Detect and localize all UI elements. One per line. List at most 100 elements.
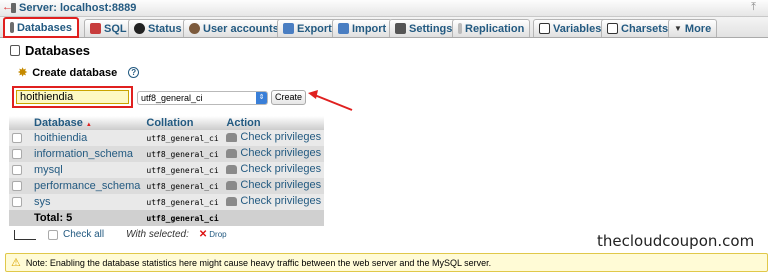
- tab-databases[interactable]: Databases: [3, 17, 79, 38]
- tab-label: Import: [352, 22, 387, 35]
- check-privileges-link[interactable]: Check privileges: [226, 195, 321, 207]
- check-all-control[interactable]: Check all: [48, 229, 104, 240]
- tab-export[interactable]: Export: [277, 19, 338, 37]
- header-action: Action: [223, 116, 325, 130]
- users-icon: [189, 23, 200, 34]
- create-database-heading: ✸ Create database ?: [18, 66, 140, 79]
- privileges-icon: [226, 164, 238, 174]
- database-link[interactable]: performance_schema: [34, 180, 140, 192]
- chevron-down-icon: ▼: [674, 24, 682, 33]
- row-checkbox[interactable]: [12, 165, 22, 176]
- database-link[interactable]: sys: [34, 196, 51, 208]
- check-privileges-label: Check privileges: [240, 195, 322, 208]
- row-checkbox[interactable]: [12, 149, 22, 160]
- sql-icon: [90, 23, 101, 34]
- database-icon: [10, 22, 14, 33]
- table-total-row: Total: 5 utf8_general_ci: [9, 210, 325, 226]
- tab-label: Variables: [553, 22, 602, 35]
- total-collation: utf8_general_ci: [146, 214, 219, 223]
- header-select-col: [9, 116, 31, 130]
- tab-replication[interactable]: Replication: [452, 19, 531, 37]
- database-link[interactable]: information_schema: [34, 148, 133, 160]
- database-name-field-wrapper: [12, 86, 133, 108]
- server-breadcrumb[interactable]: Server: localhost:8889: [19, 2, 136, 14]
- page-title-text: Databases: [25, 43, 91, 58]
- main-tabs: Databases SQL Status User accounts Expor…: [0, 17, 768, 38]
- replication-icon: [458, 23, 462, 34]
- table-row: hoithiendia utf8_general_ci Check privil…: [9, 130, 325, 146]
- tab-label: Databases: [16, 21, 72, 34]
- select-arrow-icon: [14, 229, 36, 240]
- row-checkbox[interactable]: [12, 133, 22, 144]
- table-row: mysql utf8_general_ci Check privileges: [9, 162, 325, 178]
- warning-icon: ⚠: [11, 257, 21, 269]
- row-checkbox[interactable]: [12, 197, 22, 208]
- check-privileges-label: Check privileges: [240, 147, 322, 160]
- collapse-icon[interactable]: ⤒: [751, 1, 756, 14]
- database-link[interactable]: hoithiendia: [34, 132, 87, 144]
- tab-variables[interactable]: Variables: [533, 19, 608, 37]
- new-database-icon: ✸: [18, 67, 28, 79]
- collation-cell: utf8_general_ci: [146, 198, 219, 207]
- tab-label: Settings: [409, 22, 453, 35]
- bulk-actions: Check all With selected: ✕ Drop: [14, 229, 227, 240]
- tab-label: Export: [297, 22, 332, 35]
- database-icon: [10, 45, 20, 56]
- tab-label: Charsets: [621, 22, 669, 35]
- check-all-label[interactable]: Check all: [63, 229, 104, 240]
- check-privileges-link[interactable]: Check privileges: [226, 179, 321, 191]
- top-bar: ← Server: localhost:8889 ⤒: [0, 0, 768, 17]
- row-checkbox[interactable]: [12, 181, 22, 192]
- tab-charsets[interactable]: Charsets: [601, 19, 675, 37]
- collation-cell: utf8_general_ci: [146, 182, 219, 191]
- check-all-checkbox[interactable]: [48, 229, 58, 240]
- help-icon[interactable]: ?: [128, 67, 140, 78]
- tab-label: More: [684, 22, 712, 35]
- notice-bar: ⚠ Note: Enabling the database statistics…: [5, 253, 768, 272]
- tab-status[interactable]: Status: [128, 19, 188, 37]
- header-database-label: Database: [34, 117, 83, 129]
- collation-cell: utf8_general_ci: [146, 166, 219, 175]
- notice-text: Note: Enabling the database statistics h…: [25, 257, 492, 268]
- create-button[interactable]: Create: [271, 90, 306, 105]
- databases-table: Database ▲ Collation Action hoithiendia u…: [9, 116, 325, 226]
- database-link[interactable]: mysql: [34, 164, 63, 176]
- variables-icon: [539, 23, 550, 34]
- tab-import[interactable]: Import: [332, 19, 393, 37]
- check-privileges-link[interactable]: Check privileges: [226, 131, 321, 143]
- sort-asc-icon: ▲: [85, 122, 92, 128]
- header-action-label: Action: [226, 117, 261, 129]
- import-icon: [338, 23, 349, 34]
- collation-cell: utf8_general_ci: [146, 134, 219, 143]
- database-name-input[interactable]: [16, 90, 129, 104]
- collation-cell: utf8_general_ci: [146, 150, 219, 159]
- charsets-icon: [607, 23, 618, 34]
- status-icon: [134, 23, 145, 34]
- check-privileges-link[interactable]: Check privileges: [226, 163, 321, 175]
- export-icon: [283, 23, 294, 34]
- tab-settings[interactable]: Settings: [389, 19, 459, 37]
- header-database[interactable]: Database ▲: [31, 116, 144, 130]
- header-collation-label: Collation: [146, 117, 194, 129]
- privileges-icon: [226, 180, 238, 190]
- drop-button[interactable]: ✕ Drop: [199, 229, 227, 240]
- check-privileges-label: Check privileges: [240, 131, 322, 144]
- tab-more[interactable]: ▼ More: [668, 19, 718, 37]
- table-header-row: Database ▲ Collation Action: [9, 116, 325, 130]
- tab-sql[interactable]: SQL: [84, 19, 133, 37]
- create-database-label: Create database: [32, 66, 118, 79]
- check-privileges-link[interactable]: Check privileges: [226, 147, 321, 159]
- privileges-icon: [226, 196, 238, 206]
- check-privileges-label: Check privileges: [240, 179, 322, 192]
- collation-select[interactable]: utf8_general_ci ⇕: [137, 91, 268, 105]
- tab-label: SQL: [104, 22, 127, 35]
- page-title: Databases: [10, 43, 90, 58]
- annotation-arrow-icon: [308, 90, 353, 111]
- privileges-icon: [226, 148, 238, 158]
- collation-selected-value: utf8_general_ci: [141, 93, 203, 103]
- tab-label: Status: [148, 22, 182, 35]
- header-collation[interactable]: Collation: [143, 116, 224, 130]
- tab-user-accounts[interactable]: User accounts: [183, 19, 285, 37]
- table-row: sys utf8_general_ci Check privileges: [9, 194, 325, 210]
- table-row: performance_schema utf8_general_ci Check…: [9, 178, 325, 194]
